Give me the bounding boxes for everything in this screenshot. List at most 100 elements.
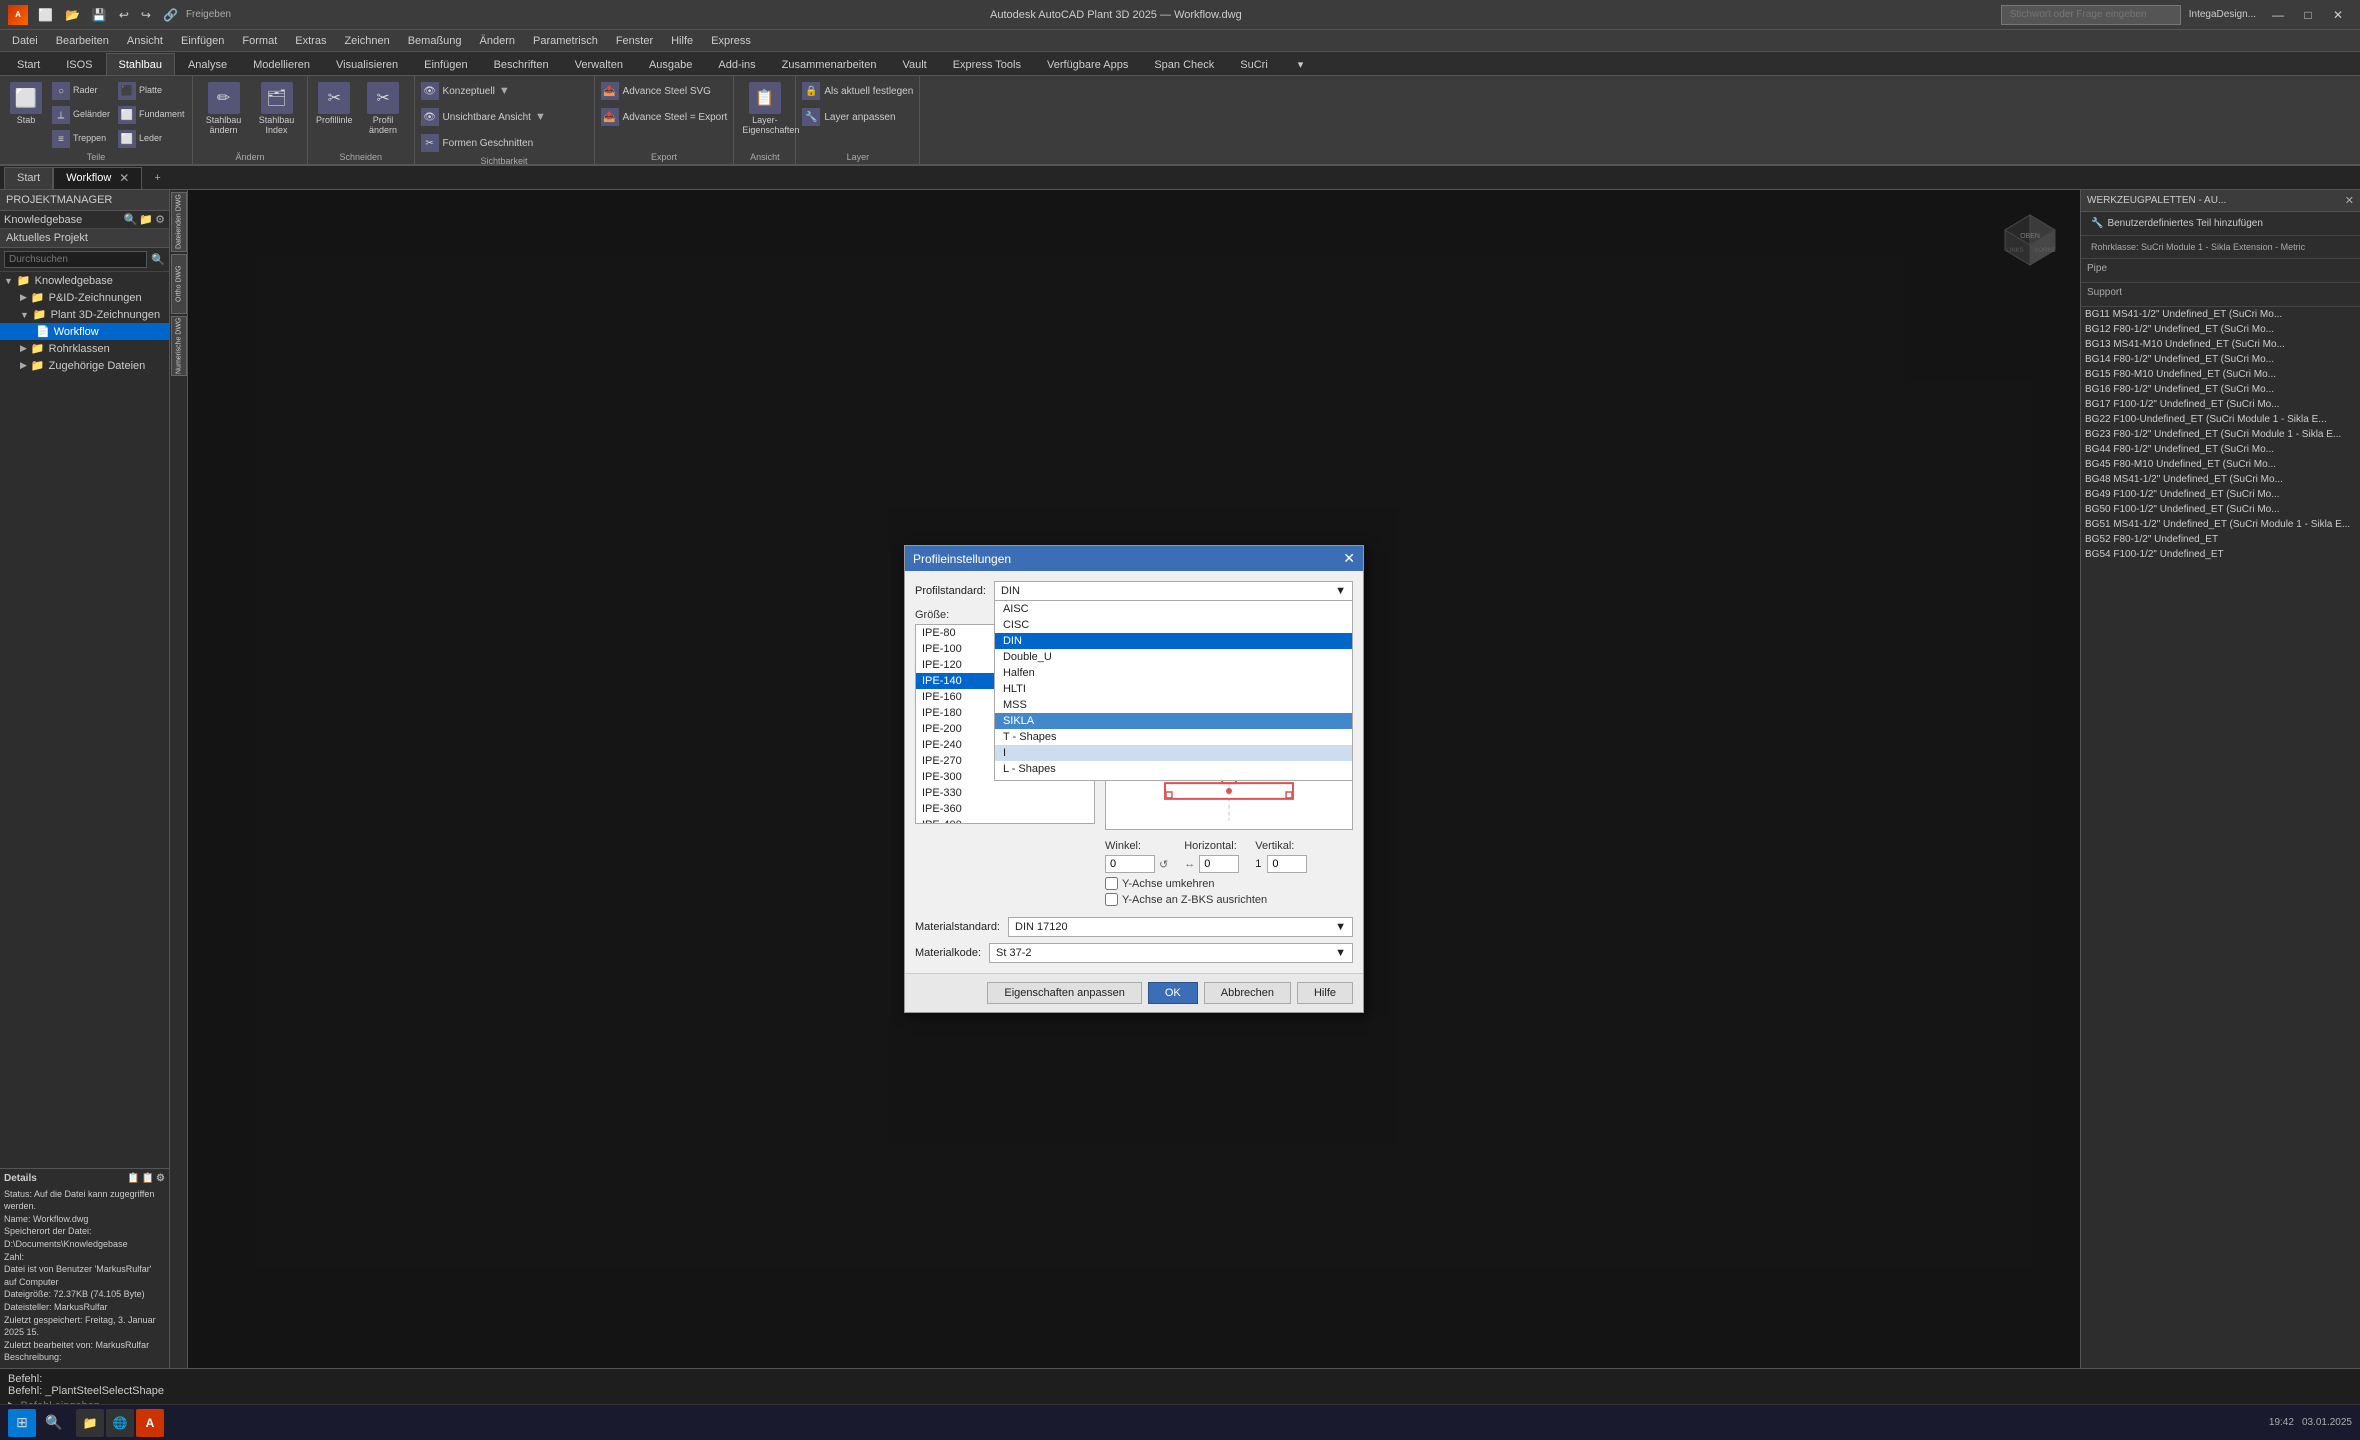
opt-halfen[interactable]: Halfen bbox=[995, 665, 1352, 681]
search-icon[interactable]: 🔍 bbox=[151, 253, 165, 266]
unsichtbar-arrow[interactable]: ▼ bbox=[535, 111, 546, 123]
tab-analyse[interactable]: Analyse bbox=[175, 53, 240, 75]
konzeptuell-arrow[interactable]: ▼ bbox=[499, 85, 510, 97]
doc-tab-workflow[interactable]: Workflow ✕ bbox=[53, 167, 142, 189]
open-btn[interactable]: 📂 bbox=[61, 6, 84, 24]
menu-datei[interactable]: Datei bbox=[4, 30, 46, 52]
pm-folder-icon[interactable]: 📁 bbox=[139, 213, 153, 226]
profilstandard-listbox[interactable]: AISC CISC DIN Double_U Halfen HLTI MSS S… bbox=[994, 601, 1353, 781]
size-ipe360[interactable]: IPE-360 bbox=[916, 801, 1094, 817]
right-panel-close-icon[interactable]: ✕ bbox=[2345, 194, 2354, 207]
palette-item-bg22[interactable]: BG22 F100-Undefined_ET (SuCri Module 1 -… bbox=[2081, 412, 2360, 427]
palette-item-bg49[interactable]: BG49 F100-1/2" Undefined_ET (SuCri Mo... bbox=[2081, 487, 2360, 502]
details-icon2[interactable]: 📋 bbox=[142, 1173, 154, 1184]
doc-tab-add[interactable]: + bbox=[142, 167, 172, 189]
tab-modellieren[interactable]: Modellieren bbox=[240, 53, 323, 75]
tab-isos[interactable]: ISOS bbox=[53, 53, 105, 75]
tab-start[interactable]: Start bbox=[4, 53, 53, 75]
export-btn-row[interactable]: 📤 Advance Steel = Export bbox=[601, 106, 728, 128]
opt-cisc[interactable]: CISC bbox=[995, 617, 1352, 633]
menu-bearbeiten[interactable]: Bearbeiten bbox=[48, 30, 117, 52]
taskbar-autocad[interactable]: A bbox=[136, 1409, 164, 1437]
tree-item-rohrklassen[interactable]: ▶ 📁 Rohrklassen bbox=[0, 340, 169, 357]
materialkode-dropdown[interactable]: St 37-2 ▼ bbox=[989, 943, 1353, 963]
palette-item-bg54[interactable]: BG54 F100-1/2" Undefined_ET bbox=[2081, 547, 2360, 562]
details-icon3[interactable]: ⚙ bbox=[156, 1173, 165, 1184]
palette-item-bg44[interactable]: BG44 F80-1/2" Undefined_ET (SuCri Mo... bbox=[2081, 442, 2360, 457]
opt-mss[interactable]: MSS bbox=[995, 697, 1352, 713]
doc-tab-start[interactable]: Start bbox=[4, 167, 53, 189]
layer-anpassen-row[interactable]: 🔧 Layer anpassen bbox=[802, 106, 895, 128]
menu-andern[interactable]: Ändern bbox=[472, 30, 523, 52]
tab-spancheck[interactable]: Span Check bbox=[1141, 53, 1227, 75]
abbrechen-button[interactable]: Abbrechen bbox=[1204, 982, 1291, 1004]
palette-item-bg15[interactable]: BG15 F80-M10 Undefined_ET (SuCri Mo... bbox=[2081, 367, 2360, 382]
side-strip-ortho[interactable]: Ortho DWG bbox=[171, 254, 187, 314]
ribbon-btn-fundament[interactable]: ⬜ Fundament bbox=[116, 104, 186, 126]
menu-bemabung[interactable]: Bemaßung bbox=[400, 30, 470, 52]
y-achse-umkehren-checkbox[interactable] bbox=[1105, 877, 1118, 890]
opt-l-shapes[interactable]: L - Shapes bbox=[995, 761, 1352, 777]
palette-item-bg16[interactable]: BG16 F80-1/2" Undefined_ET (SuCri Mo... bbox=[2081, 382, 2360, 397]
ribbon-btn-platte[interactable]: ⬛ Platte bbox=[116, 80, 186, 102]
horizontal-input[interactable] bbox=[1199, 855, 1239, 873]
palette-item-bg51[interactable]: BG51 MS41-1/2" Undefined_ET (SuCri Modul… bbox=[2081, 517, 2360, 532]
taskbar-chrome[interactable]: 🌐 bbox=[106, 1409, 134, 1437]
opt-t-shapes[interactable]: T - Shapes bbox=[995, 729, 1352, 745]
side-strip-dateienden[interactable]: Dateienden DWG bbox=[171, 192, 187, 252]
tab-verfuegbare[interactable]: Verfügbare Apps bbox=[1034, 53, 1141, 75]
tab-zusammenarbeiten[interactable]: Zusammenarbeiten bbox=[769, 53, 890, 75]
opt-din[interactable]: DIN bbox=[995, 633, 1352, 649]
tab-expresstools[interactable]: Express Tools bbox=[940, 53, 1034, 75]
ribbon-btn-treppen[interactable]: ≡ Treppen bbox=[50, 128, 112, 150]
y-achse-ausrichten-checkbox[interactable] bbox=[1105, 893, 1118, 906]
ribbon-btn-leder[interactable]: ⬜ Leder bbox=[116, 128, 186, 150]
ribbon-btn-profil-andern[interactable]: ✂ Profil ändern bbox=[359, 80, 408, 138]
tab-einfuegen[interactable]: Einfügen bbox=[411, 53, 480, 75]
menu-zeichnen[interactable]: Zeichnen bbox=[336, 30, 397, 52]
menu-fenster[interactable]: Fenster bbox=[608, 30, 661, 52]
redo-btn[interactable]: ↪ bbox=[137, 6, 155, 24]
palette-item-bg48[interactable]: BG48 MS41-1/2" Undefined_ET (SuCri Mo... bbox=[2081, 472, 2360, 487]
undo-btn[interactable]: ↩ bbox=[115, 6, 133, 24]
ribbon-btn-stahlbau-andern[interactable]: ✏ Stahlbau ändern bbox=[199, 80, 248, 138]
search-input[interactable] bbox=[2001, 5, 2181, 25]
add-tool-item[interactable]: 🔧 Benutzerdefiniertes Teil hinzufügen bbox=[2087, 216, 2354, 231]
palette-item-bg17[interactable]: BG17 F100-1/2" Undefined_ET (SuCri Mo... bbox=[2081, 397, 2360, 412]
close-button[interactable]: ✕ bbox=[2324, 5, 2352, 25]
opt-i[interactable]: I bbox=[995, 745, 1352, 761]
tab-ausgabe[interactable]: Ausgabe bbox=[636, 53, 705, 75]
menu-express[interactable]: Express bbox=[703, 30, 759, 52]
winkel-input[interactable] bbox=[1105, 855, 1155, 873]
opt-hlti[interactable]: HLTI bbox=[995, 681, 1352, 697]
menu-hilfe[interactable]: Hilfe bbox=[663, 30, 701, 52]
palette-item-bg12[interactable]: BG12 F80-1/2" Undefined_ET (SuCri Mo... bbox=[2081, 322, 2360, 337]
tree-item-zugehoerige[interactable]: ▶ 📁 Zugehörige Dateien bbox=[0, 357, 169, 374]
menu-extras[interactable]: Extras bbox=[287, 30, 334, 52]
vertikal-input[interactable] bbox=[1267, 855, 1307, 873]
palette-item-bg11[interactable]: BG11 MS41-1/2" Undefined_ET (SuCri Mo... bbox=[2081, 307, 2360, 322]
menu-format[interactable]: Format bbox=[234, 30, 285, 52]
opt-aisc[interactable]: AISC bbox=[995, 601, 1352, 617]
new-btn[interactable]: ⬜ bbox=[34, 6, 57, 24]
tab-addins[interactable]: Add-ins bbox=[705, 53, 768, 75]
tab-more[interactable]: ▾ bbox=[1285, 53, 1317, 75]
start-button[interactable]: ⊞ bbox=[8, 1409, 36, 1437]
palette-item-bg14[interactable]: BG14 F80-1/2" Undefined_ET (SuCri Mo... bbox=[2081, 352, 2360, 367]
canvas-area[interactable]: OBEN VORNE LINKS Profileinstellungen ✕ P… bbox=[188, 190, 2080, 1368]
ribbon-btn-gelander[interactable]: ⟂ Geländer bbox=[50, 104, 112, 126]
minimize-button[interactable]: — bbox=[2264, 5, 2292, 25]
tab-beschriften[interactable]: Beschriften bbox=[481, 53, 562, 75]
hilfe-button[interactable]: Hilfe bbox=[1297, 982, 1353, 1004]
side-strip-numerische[interactable]: Numerische DWG bbox=[171, 316, 187, 376]
size-ipe400[interactable]: IPE-400 bbox=[916, 817, 1094, 824]
palette-item-bg13[interactable]: BG13 MS41-M10 Undefined_ET (SuCri Mo... bbox=[2081, 337, 2360, 352]
taskbar-explorer[interactable]: 📁 bbox=[76, 1409, 104, 1437]
project-search-input[interactable] bbox=[4, 251, 147, 268]
dialog-close-button[interactable]: ✕ bbox=[1343, 550, 1355, 567]
doc-tab-workflow-close[interactable]: ✕ bbox=[119, 171, 129, 185]
taskbar-search[interactable]: 🔍 bbox=[40, 1409, 68, 1437]
size-ipe330[interactable]: IPE-330 bbox=[916, 785, 1094, 801]
ribbon-btn-rader[interactable]: ○ Rader bbox=[50, 80, 112, 102]
palette-item-bg52[interactable]: BG52 F80-1/2" Undefined_ET bbox=[2081, 532, 2360, 547]
